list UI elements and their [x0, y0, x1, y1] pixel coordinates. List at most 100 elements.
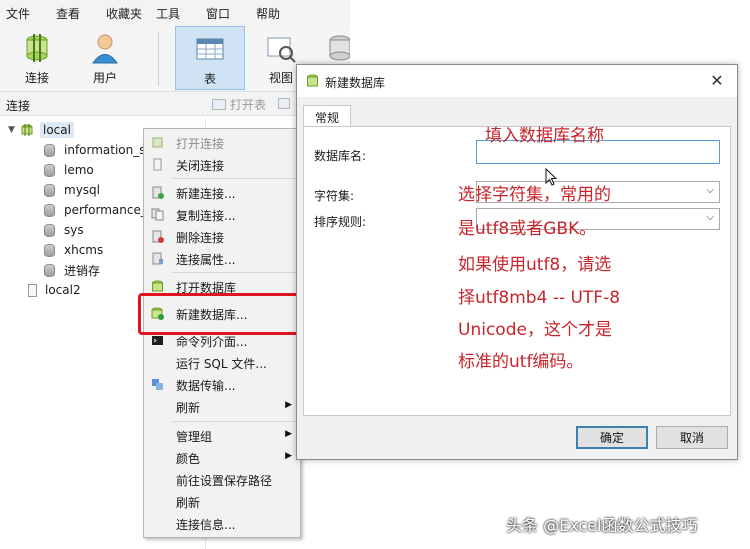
menu-item-run-sql-file[interactable]: 运行 SQL 文件...	[144, 352, 300, 374]
data-transfer-icon	[152, 379, 163, 390]
tree-node-database[interactable]: performance_	[44, 200, 147, 220]
collapse-arrow-icon[interactable]: ▼	[8, 125, 20, 135]
menu-item-connection-info[interactable]: 连接信息...	[144, 513, 300, 535]
open-database-icon	[152, 280, 163, 292]
menu-item-data-transfer[interactable]: 数据传输...	[144, 374, 300, 396]
menu-item-connection-properties[interactable]: 连接属性...	[144, 248, 300, 270]
connections-title: 连接	[6, 99, 31, 113]
submenu-arrow-icon: ▶	[285, 429, 292, 439]
menu-item-refresh[interactable]: 刷新 ▶	[144, 396, 300, 418]
ok-button[interactable]: 确定	[576, 426, 648, 449]
view-icon	[267, 37, 296, 63]
tree-node-database[interactable]: sys	[44, 220, 84, 240]
menu-window[interactable]: 窗口	[206, 5, 256, 22]
tree-label: local	[40, 122, 74, 138]
table-icon	[196, 38, 224, 60]
menu-help[interactable]: 帮助	[256, 5, 306, 22]
tree-node-database[interactable]: xhcms	[44, 240, 103, 260]
user-icon	[92, 34, 118, 64]
tree-node-local2[interactable]: local2	[28, 280, 81, 300]
chevron-down-icon: ⌵	[706, 185, 714, 196]
menu-separator	[172, 272, 296, 273]
table-button[interactable]: 表	[175, 26, 245, 90]
tree-label: information_s	[64, 143, 146, 157]
database-icon	[44, 263, 55, 277]
annotation-line: 择utf8mb4 -- UTF-8	[458, 288, 621, 308]
annotation-line: 选择字符集，常用的	[458, 185, 611, 205]
menu-separator	[172, 421, 296, 422]
annotation-line: 如果使用utf8，请选	[458, 255, 612, 275]
submenu-arrow-icon: ▶	[285, 400, 292, 410]
database-icon	[44, 163, 55, 177]
annotation-line: Unicode，这个才是	[458, 320, 612, 340]
menu-item-manage-group[interactable]: 管理组 ▶	[144, 425, 300, 447]
tree-node-local[interactable]: ▼ local	[8, 120, 74, 140]
new-connection-icon	[152, 186, 164, 199]
tree-node-database[interactable]: information_s	[44, 140, 146, 160]
menu-item-copy-connection[interactable]: 复制连接...	[144, 204, 300, 226]
tree-label: local2	[45, 283, 81, 297]
table-label: 表	[203, 72, 216, 86]
dialog-title-bar: 新建数据库 ✕	[297, 65, 737, 97]
menu-favorites[interactable]: 收藏夹	[106, 5, 156, 22]
open-connection-icon	[152, 137, 163, 148]
menu-item-refresh-2[interactable]: 刷新	[144, 491, 300, 513]
mouse-cursor-icon	[545, 168, 557, 186]
user-button[interactable]: 用户	[74, 26, 136, 90]
tree-label: lemo	[64, 163, 94, 177]
tab-general[interactable]: 常规	[303, 105, 351, 127]
charset-label: 字符集:	[314, 189, 355, 203]
console-icon	[152, 336, 163, 345]
tree-node-database[interactable]: 进销存	[44, 260, 100, 280]
menu-item-delete-connection[interactable]: 删除连接	[144, 226, 300, 248]
chevron-down-icon: ⌵	[706, 212, 714, 223]
annotation-line: 标准的utf编码。	[458, 352, 584, 372]
open-table-label: 打开表	[230, 98, 267, 112]
properties-icon	[152, 252, 163, 265]
delete-connection-icon	[152, 230, 164, 243]
menu-item-new-connection[interactable]: 新建连接...	[144, 182, 300, 204]
database-icon	[44, 243, 55, 257]
menu-item-open-connection[interactable]: 打开连接	[144, 132, 300, 154]
cancel-button[interactable]: 取消	[656, 426, 728, 449]
menu-item-goto-save-path[interactable]: 前往设置保存路径	[144, 469, 300, 491]
toolbar-separator	[158, 32, 159, 86]
tree-label: performance_	[64, 203, 147, 217]
open-table-button[interactable]: 打开表	[212, 96, 266, 113]
database-icon	[44, 183, 55, 197]
menu-view[interactable]: 查看	[56, 5, 106, 22]
tree-label: 进销存	[64, 263, 101, 278]
menu-file[interactable]: 文件	[6, 5, 56, 22]
tree-node-database[interactable]: mysql	[44, 180, 100, 200]
user-label: 用户	[92, 71, 117, 85]
highlight-box	[138, 293, 300, 335]
database-icon	[329, 35, 350, 61]
tree-node-database[interactable]: lemo	[44, 160, 94, 180]
menu-tools[interactable]: 工具	[156, 5, 206, 22]
menu-item-close-connection[interactable]: 关闭连接	[144, 154, 300, 176]
menu-bar: 文件 查看 收藏夹 工具 窗口 帮助	[0, 0, 350, 26]
database-icon	[307, 74, 318, 87]
close-icon[interactable]: ✕	[707, 71, 727, 90]
copy-connection-icon	[151, 208, 164, 221]
connection-icon	[26, 34, 48, 62]
watermark: 头条 @Excel函数公式技巧	[506, 516, 698, 535]
menu-item-color[interactable]: 颜色 ▶	[144, 447, 300, 469]
database-icon	[44, 143, 55, 157]
connect-label: 连接	[24, 71, 49, 85]
submenu-arrow-icon: ▶	[285, 451, 292, 461]
collation-label: 排序规则:	[314, 215, 367, 229]
annotation-fill-name: 填入数据库名称	[485, 126, 604, 146]
design-table-icon[interactable]	[278, 98, 290, 109]
open-table-icon	[212, 99, 226, 110]
close-connection-icon	[153, 158, 162, 171]
tree-label: xhcms	[64, 243, 104, 257]
database-icon	[44, 203, 55, 217]
connection-closed-icon	[28, 283, 37, 297]
menu-separator	[172, 178, 296, 179]
dialog-title: 新建数据库	[325, 76, 386, 90]
connect-button[interactable]: 连接	[6, 26, 68, 90]
annotation-line: 是utf8或者GBK。	[458, 219, 597, 239]
connection-icon	[21, 124, 33, 136]
tree-label: mysql	[64, 183, 100, 197]
